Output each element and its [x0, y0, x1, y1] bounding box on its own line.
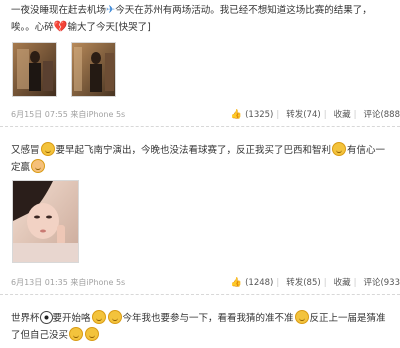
post-photo-thumbnail[interactable]: [12, 42, 57, 97]
post-time[interactable]: 6月15日 07:55: [11, 110, 68, 119]
repost-button[interactable]: 转发(74): [286, 110, 320, 120]
emoji-victory-icon: [31, 159, 46, 173]
emoji-face-icon: [85, 327, 100, 341]
post-source: 来自iPhone 5s: [70, 110, 126, 119]
post-text: 世界杯 要开始咯 今年我也要参与一下，看看我猜的准不准 反正上一届是猜准 了但自己没买: [11, 310, 386, 344]
like-icon[interactable]: 👍: [231, 110, 242, 120]
post-text-segment: 有信心一: [347, 145, 386, 156]
post-text-segment: 今天在苏州有两场活动。我已经不想知道这场比赛的结果了，: [115, 5, 372, 16]
like-icon[interactable]: 👍: [231, 278, 242, 288]
comment-button[interactable]: 评论(888: [363, 110, 400, 120]
post-text: 又感冒 要早起飞南宁演出，今晚也没法看球赛了，反正我买了巴西和智利 有信心一 定赢: [11, 142, 385, 176]
plane-icon: ✈: [106, 3, 116, 16]
post-text-segment: 输大了今天[快哭了]: [67, 22, 151, 33]
post-text-segment: 要开始咯: [52, 313, 91, 324]
post-photo[interactable]: [12, 180, 79, 263]
broken-heart-icon: 💔: [53, 20, 68, 33]
post-text-segment: 要早起飞南宁演出，今晚也没法看球赛了，反正我买了巴西和智利: [55, 145, 332, 156]
like-count[interactable]: (1325): [245, 110, 273, 120]
like-count[interactable]: (1248): [245, 278, 273, 288]
post-text: 一夜没睡现在赶去机场✈今天在苏州有两场活动。我已经不想知道这场比赛的结果了， 唉…: [11, 2, 372, 36]
emoji-face-icon: [69, 327, 84, 341]
post-divider: [0, 294, 400, 295]
post-source: 来自iPhone 5s: [70, 278, 126, 287]
post-meta: 6月15日 07:55 来自iPhone 5s: [11, 109, 125, 120]
emoji-face-icon: [40, 142, 55, 156]
favorite-button[interactable]: 收藏: [334, 110, 351, 120]
post-meta: 6月13日 01:35 来自iPhone 5s: [11, 277, 125, 288]
post-text-segment: 了但自己没买: [11, 330, 69, 341]
emoji-face-icon: [107, 310, 122, 324]
post-text-segment: 世界杯: [11, 313, 40, 324]
comment-button[interactable]: 评论(933: [363, 278, 400, 288]
favorite-button[interactable]: 收藏: [334, 278, 351, 288]
post-actions: 👍 (1248) | 转发(85) | 收藏 | 评论(933: [230, 278, 400, 288]
post-text-segment: 定赢: [11, 162, 31, 173]
post-divider: [0, 126, 400, 127]
emoji-face-icon: [332, 142, 347, 156]
repost-button[interactable]: 转发(85): [286, 278, 320, 288]
emoji-face-icon: [91, 310, 106, 324]
post-text-segment: 唉。。心碎: [11, 22, 54, 33]
post-photo-thumbnail[interactable]: [71, 42, 116, 97]
post-time[interactable]: 6月13日 01:35: [11, 278, 68, 287]
emoji-face-icon: [294, 310, 309, 324]
post-text-segment: 又感冒: [11, 145, 40, 156]
post-text-segment: 反正上一届是猜准: [309, 313, 386, 324]
post-text-segment: 一夜没睡现在赶去机场: [11, 5, 107, 16]
football-icon: [39, 311, 53, 324]
post-text-segment: 今年我也要参与一下，看看我猜的准不准: [122, 313, 294, 324]
post-actions: 👍 (1325) | 转发(74) | 收藏 | 评论(888: [230, 110, 400, 120]
